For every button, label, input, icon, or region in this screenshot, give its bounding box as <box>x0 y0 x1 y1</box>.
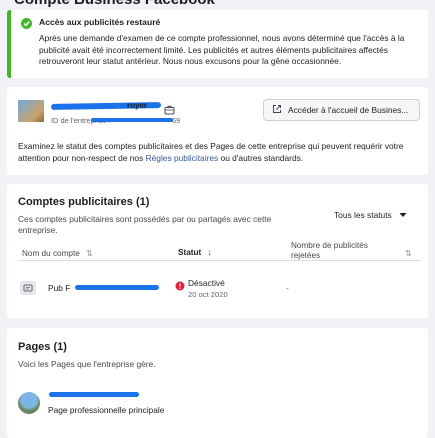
business-name: royer <box>127 101 148 110</box>
ad-policies-link[interactable]: Règles publicitaires <box>146 153 219 163</box>
rejected-ads-count: - <box>286 283 289 293</box>
external-link-icon <box>272 104 282 116</box>
caret-down-icon <box>399 210 407 220</box>
arrow-down-icon: ↓ <box>207 248 212 257</box>
column-header-status[interactable]: Statut ↓ <box>178 248 212 257</box>
check-circle-icon <box>21 18 32 29</box>
ad-account-status-date: 20 oct 2020 <box>188 290 228 299</box>
banner-body: Après une demande d'examen de ce compte … <box>39 33 405 66</box>
sort-icon[interactable]: ⇅ <box>405 248 412 258</box>
business-home-button[interactable]: Accéder à l'accueil de Busines... <box>263 99 420 121</box>
column-header-count[interactable]: Nombre de publicités rejetées <box>291 241 391 261</box>
ad-accounts-title: Comptes publicitaires (1) <box>18 196 150 208</box>
column-header-name[interactable]: Nom du compte ⇅ <box>22 248 93 258</box>
sort-icon: ⇅ <box>86 249 93 258</box>
redaction-mark <box>91 118 173 122</box>
pages-subtitle: Voici les Pages que l'entreprise gère. <box>18 359 156 369</box>
redaction-mark <box>49 392 139 397</box>
page-title: Compte Business Facebook <box>14 0 215 8</box>
business-avatar <box>18 100 44 122</box>
page-type: Page professionnelle principale <box>48 405 165 415</box>
ad-account-icon <box>20 281 36 295</box>
business-description: Examinez le statut des comptes publicita… <box>18 141 404 163</box>
alert-icon <box>175 279 185 297</box>
pages-title: Pages (1) <box>18 341 67 353</box>
banner-title: Accès aux publicités restauré <box>39 17 161 27</box>
pages-card: Pages (1) Voici les Pages que l'entrepri… <box>7 328 428 438</box>
ad-account-status: Désactivé <box>188 278 225 288</box>
ad-accounts-subtitle: Ces comptes publicitaires sont possédés … <box>18 214 272 235</box>
divider <box>18 260 421 261</box>
status-filter-dropdown[interactable]: Tous les statuts <box>334 210 407 220</box>
business-card: royer ID de l'entreprise : 69 Accéder à … <box>7 87 428 175</box>
restored-access-banner: Accès aux publicités restauré Après une … <box>7 10 428 78</box>
ad-account-name: Pub F <box>48 283 71 293</box>
status-filter-label: Tous les statuts <box>334 210 392 220</box>
redaction-mark <box>75 285 159 290</box>
business-home-label: Accéder à l'accueil de Busines... <box>288 105 409 115</box>
ad-accounts-card: Comptes publicitaires (1) Ces comptes pu… <box>7 184 428 318</box>
page-avatar <box>18 392 40 414</box>
business-id-suffix: 69 <box>172 116 181 125</box>
